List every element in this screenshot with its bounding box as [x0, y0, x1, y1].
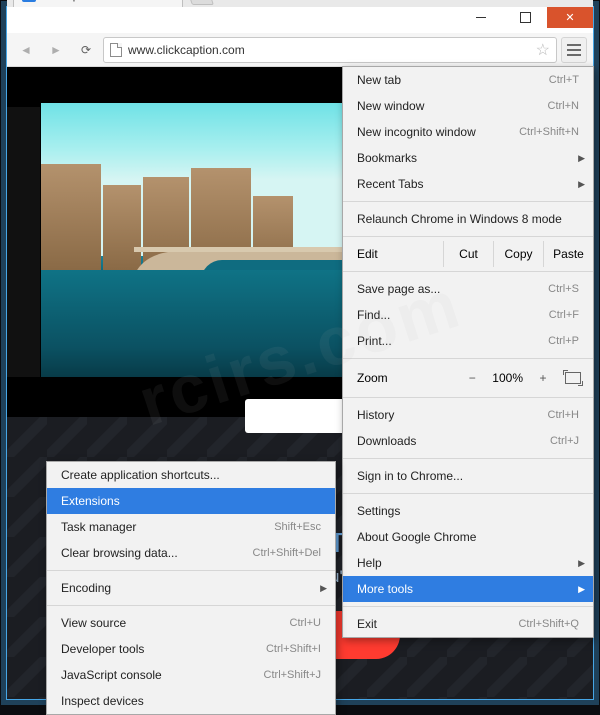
- address-bar[interactable]: www.clickcaption.com ☆: [103, 37, 557, 63]
- forward-button[interactable]: ►: [43, 37, 69, 63]
- submenu-inspect-devices[interactable]: Inspect devices: [47, 688, 335, 714]
- back-button[interactable]: ◄: [13, 37, 39, 63]
- menu-print[interactable]: Print...Ctrl+P: [343, 328, 593, 354]
- menu-exit[interactable]: ExitCtrl+Shift+Q: [343, 611, 593, 637]
- minimize-button[interactable]: [459, 6, 503, 28]
- zoom-value: 100%: [492, 371, 523, 385]
- submenu-extensions[interactable]: Extensions: [47, 488, 335, 514]
- submenu-encoding[interactable]: Encoding▶: [47, 575, 335, 601]
- menu-copy[interactable]: Copy: [493, 241, 543, 267]
- menu-help[interactable]: Help▶: [343, 550, 593, 576]
- menu-bookmarks[interactable]: Bookmarks▶: [343, 145, 593, 171]
- zoom-in-button[interactable]: +: [533, 368, 553, 388]
- menu-history[interactable]: HistoryCtrl+H: [343, 402, 593, 428]
- tab-strip: ck Capiton ×: [7, 0, 593, 7]
- menu-paste[interactable]: Paste: [543, 241, 593, 267]
- bookmark-star-icon[interactable]: ☆: [536, 40, 550, 60]
- menu-new-tab[interactable]: New tabCtrl+T: [343, 67, 593, 93]
- url-text: www.clickcaption.com: [128, 43, 530, 57]
- menu-new-incognito[interactable]: New incognito windowCtrl+Shift+N: [343, 119, 593, 145]
- submenu-task-manager[interactable]: Task managerShift+Esc: [47, 514, 335, 540]
- submenu-clear-data[interactable]: Clear browsing data...Ctrl+Shift+Del: [47, 540, 335, 566]
- tab-title: ck Capiton: [42, 0, 160, 2]
- toolbar: ◄ ► ⟳ www.clickcaption.com ☆: [7, 33, 593, 67]
- menu-zoom-label: Zoom: [343, 371, 443, 385]
- more-tools-submenu: Create application shortcuts... Extensio…: [46, 461, 336, 715]
- menu-find[interactable]: Find...Ctrl+F: [343, 302, 593, 328]
- menu-more-tools[interactable]: More tools▶: [343, 576, 593, 602]
- menu-about[interactable]: About Google Chrome: [343, 524, 593, 550]
- menu-new-window[interactable]: New windowCtrl+N: [343, 93, 593, 119]
- maximize-button[interactable]: [503, 6, 547, 28]
- menu-signin[interactable]: Sign in to Chrome...: [343, 463, 593, 489]
- menu-edit-row: Edit Cut Copy Paste: [343, 241, 593, 267]
- browser-tab[interactable]: ck Capiton ×: [13, 0, 183, 7]
- submenu-devtools[interactable]: Developer toolsCtrl+Shift+I: [47, 636, 335, 662]
- window-close-button[interactable]: [547, 6, 593, 28]
- reload-button[interactable]: ⟳: [73, 37, 99, 63]
- menu-save-page[interactable]: Save page as...Ctrl+S: [343, 276, 593, 302]
- menu-edit-label: Edit: [343, 247, 443, 261]
- submenu-js-console[interactable]: JavaScript consoleCtrl+Shift+J: [47, 662, 335, 688]
- menu-downloads[interactable]: DownloadsCtrl+J: [343, 428, 593, 454]
- window-titlebar: [7, 7, 593, 33]
- menu-zoom-row: Zoom − 100% +: [343, 363, 593, 393]
- chrome-menu-button[interactable]: [561, 37, 587, 63]
- zoom-out-button[interactable]: −: [462, 368, 482, 388]
- menu-settings[interactable]: Settings: [343, 498, 593, 524]
- submenu-create-shortcuts[interactable]: Create application shortcuts...: [47, 462, 335, 488]
- close-tab-icon[interactable]: ×: [166, 0, 174, 3]
- page-icon: [110, 43, 122, 57]
- new-tab-button[interactable]: [186, 0, 214, 5]
- promo-tag: [245, 399, 355, 433]
- chrome-main-menu: New tabCtrl+T New windowCtrl+N New incog…: [342, 66, 594, 638]
- menu-cut[interactable]: Cut: [443, 241, 493, 267]
- favicon-icon: [22, 0, 36, 2]
- fullscreen-button[interactable]: [563, 368, 583, 388]
- menu-recent-tabs[interactable]: Recent Tabs▶: [343, 171, 593, 197]
- submenu-view-source[interactable]: View sourceCtrl+U: [47, 610, 335, 636]
- menu-relaunch-win8[interactable]: Relaunch Chrome in Windows 8 mode: [343, 206, 593, 232]
